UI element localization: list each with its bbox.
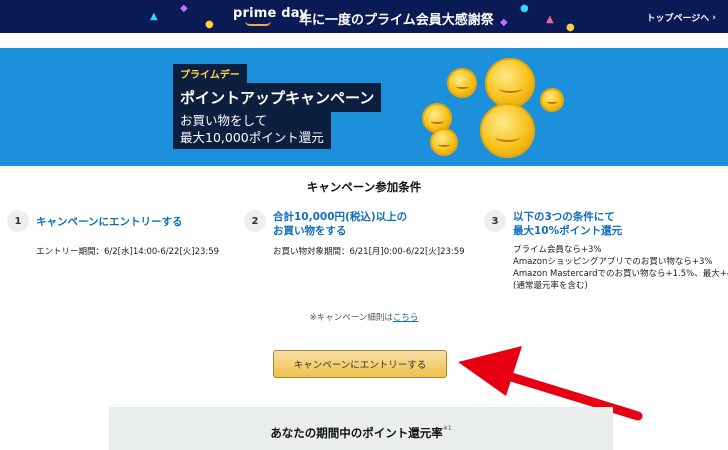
step-body-line: Amazonショッピングアプリでのお買い物なら+3% xyxy=(513,257,713,267)
step-heading-line: お買い物をする xyxy=(273,225,347,237)
conditions-title: キャンペーン参加条件 xyxy=(306,180,422,194)
confetti-triangle-icon: ▲ xyxy=(546,14,554,25)
campaign-rules-note: ※キャンペーン細則はこちら xyxy=(0,311,728,323)
step-body: お買い物対象期間：6/21[月]0:00-6/22[火]23:59 xyxy=(273,246,465,258)
hero-tag: プライムデー xyxy=(173,64,247,83)
step-heading-line: 以下の3つの条件にて xyxy=(513,211,615,223)
confetti-square-icon: ◆ xyxy=(500,17,508,28)
rules-note-prefix: ※キャンペーン細則は xyxy=(309,313,393,323)
step-body: プライム会員なら+3% Amazonショッピングアプリでのお買い物なら+3% A… xyxy=(513,244,728,292)
step-heading-line: 合計10,000円(税込)以上の xyxy=(273,211,408,223)
hero-subtext-line1: お買い物をして xyxy=(180,113,268,128)
campaign-entry-button[interactable]: キャンペーンにエントリーする xyxy=(273,350,447,378)
top-page-link[interactable]: トップページへ › xyxy=(646,11,716,25)
banner-title: 年に一度のプライム会員大感謝祭 xyxy=(299,13,494,28)
point-rate-panel: あなたの期間中のポイント還元率※1 xyxy=(109,407,613,450)
point-rate-title-text: あなたの期間中のポイント還元率 xyxy=(270,426,443,440)
coin-icon xyxy=(447,68,477,98)
coin-icon xyxy=(430,128,458,156)
step-number-badge: 2 xyxy=(244,210,266,232)
campaign-rules-link[interactable]: こちら xyxy=(393,313,419,323)
step-heading: 以下の3つの条件にて 最大10%ポイント還元 xyxy=(513,210,622,238)
step-heading-line: 最大10%ポイント還元 xyxy=(513,225,623,237)
step-body-line: プライム会員なら+3% xyxy=(513,245,602,255)
confetti-triangle-icon: ▲ xyxy=(150,11,158,22)
step-number-badge: 1 xyxy=(7,210,29,232)
coin-icon xyxy=(540,88,564,112)
step-body-line: Amazon Mastercardでのお買い物なら+1.5%、最大+4% xyxy=(513,269,728,279)
step-body-line: (通常還元率を含む) xyxy=(513,281,588,291)
confetti-dot-icon: ● xyxy=(520,3,529,14)
footnote-marker: ※1 xyxy=(442,425,452,432)
confetti-square-icon: ◆ xyxy=(180,3,188,14)
prime-day-banner: ▲ ◆ ● ◆ ● ▲ ● prime day 年に一度のプライム会員大感謝祭 … xyxy=(0,0,728,33)
step-heading-line: キャンペーンにエントリーする xyxy=(36,216,183,228)
confetti-dot-icon: ● xyxy=(205,19,214,30)
step-body-line: エントリー期間：6/2[水]14:00-6/22[火]23:59 xyxy=(36,247,220,257)
step-body: エントリー期間：6/2[水]14:00-6/22[火]23:59 xyxy=(36,246,219,258)
hero-subtext: お買い物をして 最大10,000ポイント還元 xyxy=(173,109,331,149)
top-page-link-label: トップページへ xyxy=(646,14,710,24)
hero-subtext-line2: 最大10,000ポイント還元 xyxy=(180,130,324,145)
coin-icon xyxy=(485,58,535,108)
step-number-badge: 3 xyxy=(484,210,506,232)
confetti-dot-icon: ● xyxy=(566,22,575,33)
prime-day-logo: prime day xyxy=(233,6,308,26)
point-rate-title: あなたの期間中のポイント還元率※1 xyxy=(109,425,613,441)
amazon-smile-icon xyxy=(245,21,271,26)
step-heading: 合計10,000円(税込)以上の お買い物をする xyxy=(273,210,407,238)
coin-icon xyxy=(480,103,535,158)
hero-headline: ポイントアップキャンペーン xyxy=(173,83,382,112)
step-heading: キャンペーンにエントリーする xyxy=(36,215,182,229)
campaign-hero: プライムデー ポイントアップキャンペーン お買い物をして 最大10,000ポイン… xyxy=(0,48,728,166)
chevron-right-icon: › xyxy=(712,12,716,23)
step-body-line: お買い物対象期間：6/21[月]0:00-6/22[火]23:59 xyxy=(273,247,465,257)
